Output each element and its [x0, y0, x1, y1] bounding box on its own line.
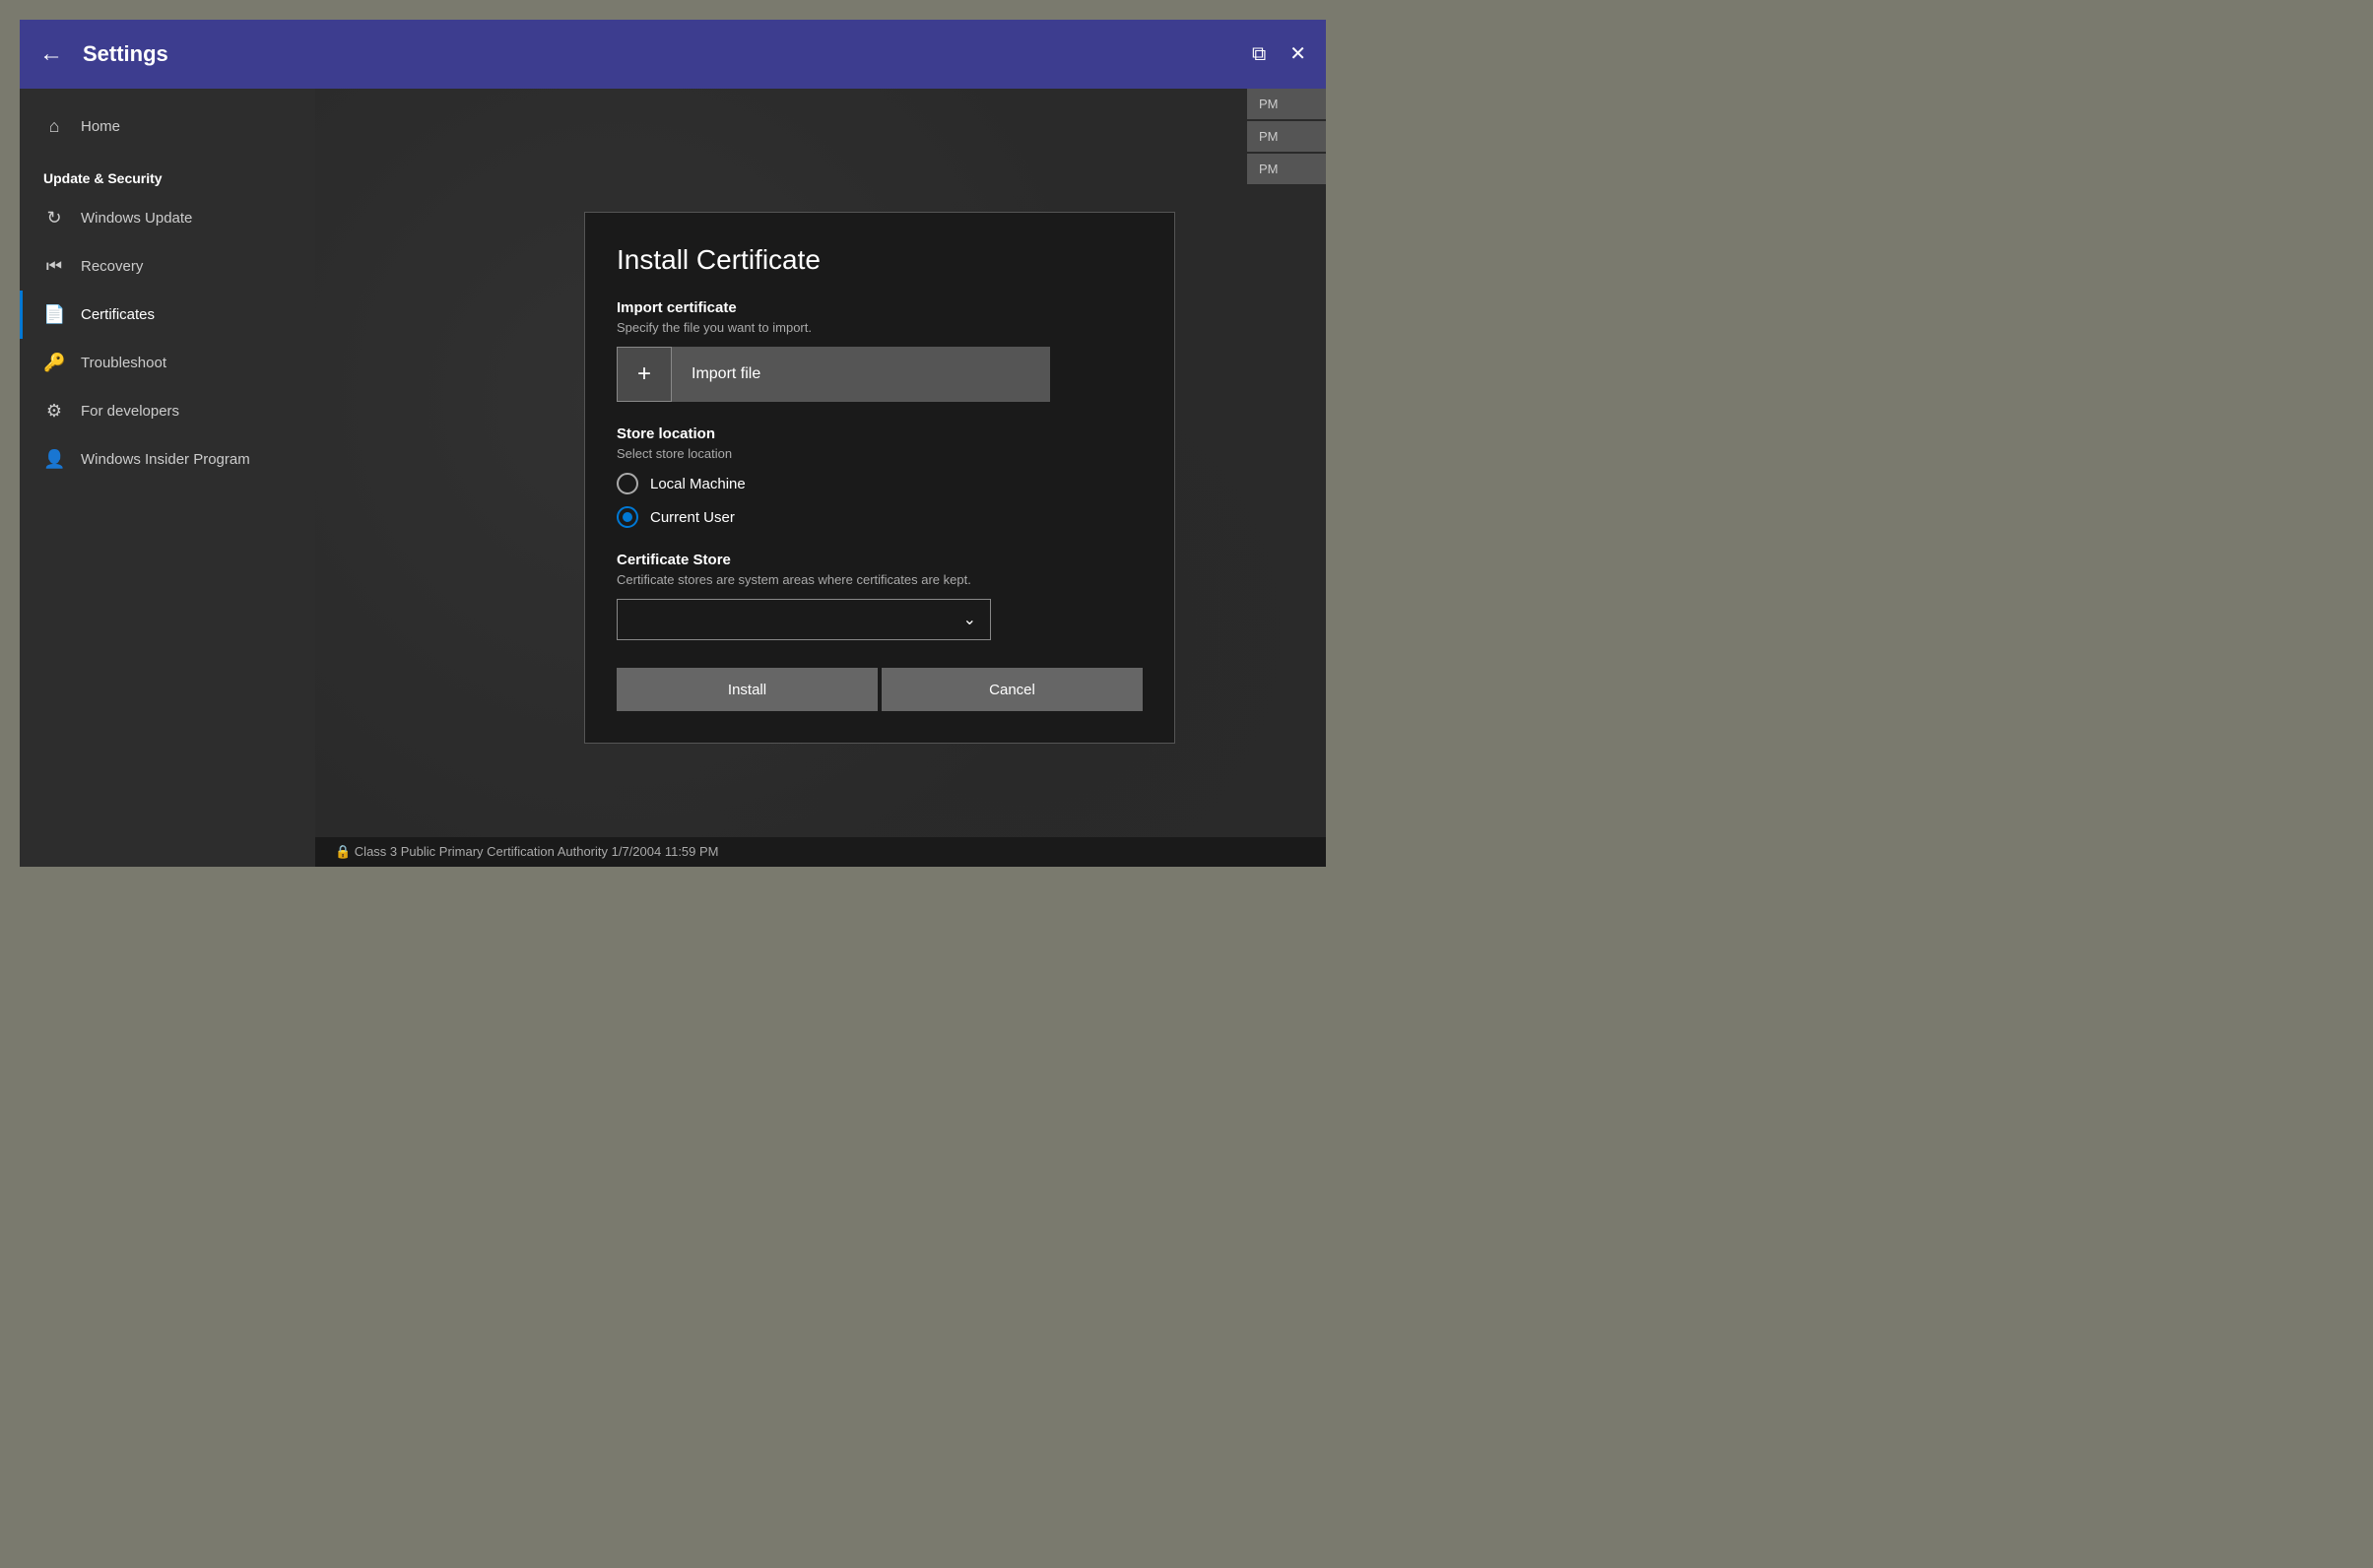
- store-location-label: Store location: [617, 425, 1143, 442]
- sidebar-item-certificates[interactable]: 📄 Certificates: [20, 291, 315, 339]
- dialog-title: Install Certificate: [617, 244, 1143, 276]
- radio-current-user-dot: [623, 512, 632, 522]
- recovery-icon: ⏮: [43, 256, 65, 277]
- pm-labels: PM PM PM: [1247, 89, 1326, 837]
- cert-store-desc: Certificate stores are system areas wher…: [617, 572, 1143, 587]
- main-panel: PM PM PM Install Certificate Import cert…: [315, 89, 1326, 867]
- cancel-button[interactable]: Cancel: [882, 668, 1143, 711]
- radio-current-user-outer: [617, 506, 638, 528]
- sidebar-home-label: Home: [81, 118, 120, 135]
- sidebar-item-troubleshoot[interactable]: 🔑 Troubleshoot: [20, 339, 315, 387]
- sidebar-recovery-label: Recovery: [81, 258, 143, 275]
- back-button[interactable]: ←: [39, 42, 63, 66]
- import-btn-label: Import file: [672, 365, 780, 383]
- plus-icon: +: [617, 347, 672, 402]
- store-location-section: Store location Select store location Loc…: [617, 425, 1143, 528]
- bottom-bar: 🔒 Class 3 Public Primary Certification A…: [315, 837, 1326, 867]
- home-icon: ⌂: [43, 116, 65, 137]
- sidebar-for-developers-label: For developers: [81, 403, 179, 420]
- titlebar: ← Settings ⧉ ✕: [20, 20, 1326, 89]
- troubleshoot-icon: 🔑: [43, 353, 65, 373]
- import-section-label: Import certificate: [617, 299, 1143, 316]
- settings-window: ← Settings ⧉ ✕ ⌂ Home Update & Security …: [20, 20, 1326, 867]
- sidebar-item-for-developers[interactable]: ⚙ For developers: [20, 387, 315, 435]
- sidebar-certificates-label: Certificates: [81, 306, 155, 323]
- radio-local-machine-outer: [617, 473, 638, 494]
- for-developers-icon: ⚙: [43, 401, 65, 422]
- window-controls: ⧉ ✕: [1252, 44, 1306, 64]
- pm-item-1: PM: [1247, 89, 1326, 119]
- sidebar-windows-insider-label: Windows Insider Program: [81, 451, 250, 468]
- certificates-icon: 📄: [43, 304, 65, 325]
- close-button[interactable]: ✕: [1289, 44, 1306, 64]
- sidebar-troubleshoot-label: Troubleshoot: [81, 355, 166, 371]
- cert-store-section: Certificate Store Certificate stores are…: [617, 552, 1143, 640]
- action-buttons: Install Cancel: [617, 668, 1143, 711]
- pm-item-3: PM: [1247, 154, 1326, 184]
- sidebar-item-recovery[interactable]: ⏮ Recovery: [20, 242, 315, 291]
- sidebar-item-windows-update[interactable]: ↻ Windows Update: [20, 194, 315, 242]
- import-file-button[interactable]: + Import file: [617, 347, 1050, 402]
- cert-store-dropdown[interactable]: ⌄: [617, 599, 991, 640]
- content-area: ⌂ Home Update & Security ↻ Windows Updat…: [20, 89, 1326, 867]
- import-section-desc: Specify the file you want to import.: [617, 320, 1143, 335]
- bottom-bar-text: 🔒 Class 3 Public Primary Certification A…: [335, 844, 719, 860]
- restore-button[interactable]: ⧉: [1252, 44, 1266, 64]
- dropdown-arrow-icon: ⌄: [963, 610, 976, 629]
- windows-insider-icon: 👤: [43, 449, 65, 470]
- radio-group: Local Machine Current User: [617, 473, 1143, 528]
- sidebar-item-windows-insider[interactable]: 👤 Windows Insider Program: [20, 435, 315, 484]
- install-certificate-dialog: Install Certificate Import certificate S…: [584, 212, 1175, 744]
- sidebar: ⌂ Home Update & Security ↻ Windows Updat…: [20, 89, 315, 867]
- radio-current-user[interactable]: Current User: [617, 506, 1143, 528]
- install-button[interactable]: Install: [617, 668, 878, 711]
- radio-local-machine-label: Local Machine: [650, 476, 746, 492]
- radio-local-machine[interactable]: Local Machine: [617, 473, 1143, 494]
- radio-current-user-label: Current User: [650, 509, 735, 526]
- sidebar-section-label: Update & Security: [20, 155, 315, 194]
- pm-item-2: PM: [1247, 121, 1326, 152]
- sidebar-windows-update-label: Windows Update: [81, 210, 192, 227]
- cert-store-label: Certificate Store: [617, 552, 1143, 568]
- window-title: Settings: [83, 41, 1252, 67]
- store-location-desc: Select store location: [617, 446, 1143, 461]
- sidebar-item-home[interactable]: ⌂ Home: [20, 98, 315, 155]
- windows-update-icon: ↻: [43, 208, 65, 229]
